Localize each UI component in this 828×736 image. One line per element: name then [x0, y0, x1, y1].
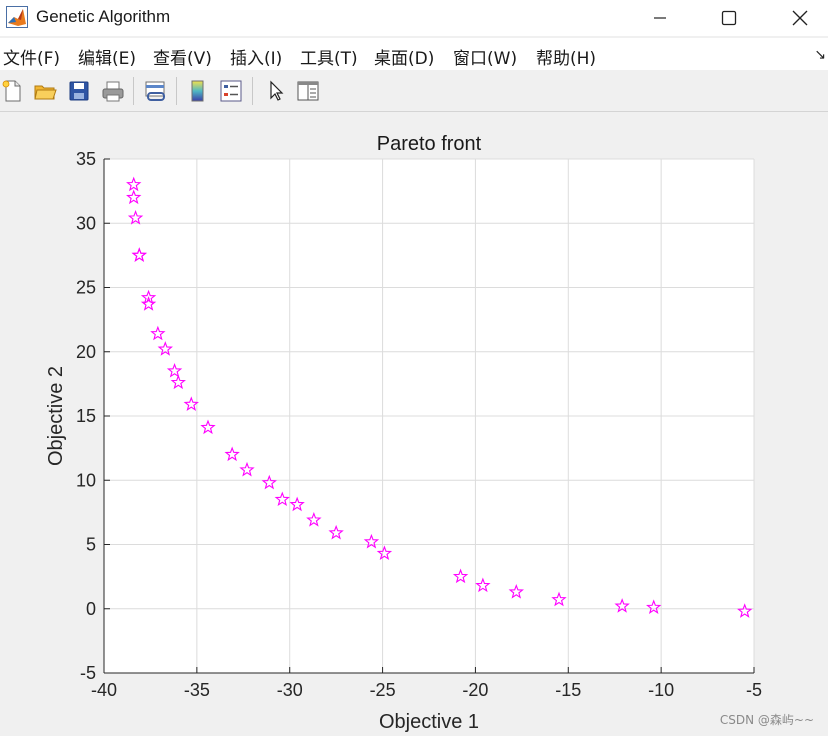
pointer-icon: [270, 80, 284, 101]
pareto-plot[interactable]: -40 -35 -30 -25 -20 -15 -10 -5-505101520253035 …: [0, 112, 828, 736]
figure-toolbar: [0, 71, 828, 112]
y-tick-label: 15: [76, 406, 96, 426]
open-file-icon: [34, 85, 57, 100]
x-tick-label: -10: [648, 680, 674, 700]
legend-icon: [220, 80, 242, 102]
new-figure-icon: [2, 80, 21, 102]
x-tick-label: -30: [277, 680, 303, 700]
y-axis-label: Objective 2: [45, 366, 67, 466]
y-tick-label: 30: [76, 213, 96, 233]
window-title: Genetic Algorithm: [36, 7, 171, 26]
new-figure-button[interactable]: [0, 77, 26, 105]
menu-edit[interactable]: 编辑(E): [78, 44, 136, 69]
y-tick-label: -5: [80, 663, 96, 683]
maximize-button[interactable]: [706, 0, 752, 36]
legend-button[interactable]: [217, 77, 245, 105]
maximize-icon: [721, 10, 737, 26]
print-button[interactable]: [99, 77, 127, 105]
close-button[interactable]: [777, 0, 823, 36]
title-bar: Genetic Algorithm: [0, 0, 828, 36]
y-tick-label: 10: [76, 470, 96, 490]
link-plot-button[interactable]: [141, 77, 169, 105]
y-tick-label: 0: [86, 599, 96, 619]
dock-arrow-icon[interactable]: ↘: [814, 46, 826, 63]
colorbar-button[interactable]: [184, 77, 212, 105]
menu-insert[interactable]: 插入(I): [230, 44, 282, 69]
menu-file[interactable]: 文件(F): [3, 44, 60, 69]
minimize-icon: [654, 17, 666, 19]
pointer-button[interactable]: [262, 77, 290, 105]
menu-tools[interactable]: 工具(T): [300, 44, 358, 69]
open-file-button[interactable]: [31, 77, 59, 105]
chart-title: Pareto front: [377, 133, 482, 155]
watermark: CSDN @森屿~~: [719, 713, 814, 727]
y-tick-label: 25: [76, 278, 96, 298]
save-button[interactable]: [65, 77, 93, 105]
x-tick-label: -35: [184, 680, 210, 700]
x-tick-label: -20: [462, 680, 488, 700]
save-icon: [69, 81, 89, 101]
toolbar-separator: [252, 77, 253, 105]
menu-help[interactable]: 帮助(H): [536, 44, 596, 69]
link-plot-icon: [145, 81, 165, 101]
toolbar-separator: [176, 77, 177, 105]
print-icon: [102, 81, 124, 102]
toolbar-separator: [133, 77, 134, 105]
menu-desktop[interactable]: 桌面(D): [374, 44, 434, 69]
matlab-logo-icon: [6, 6, 28, 28]
y-tick-label: 5: [86, 535, 96, 555]
close-icon: [792, 10, 808, 26]
x-tick-label: -25: [370, 680, 396, 700]
figure-canvas: -40 -35 -30 -25 -20 -15 -10 -5 -5 0 5 10 15 20 25 30 35 …: [0, 112, 828, 736]
minimize-button[interactable]: [637, 0, 683, 36]
y-tick-label: 20: [76, 342, 96, 362]
x-tick-label: -40: [91, 680, 117, 700]
property-inspector-button[interactable]: [294, 77, 322, 105]
menu-view[interactable]: 查看(V): [153, 44, 212, 69]
menu-bar: 文件(F) 编辑(E) 查看(V) 插入(I) 工具(T) 桌面(D) 窗口(W…: [0, 38, 828, 70]
x-axis-label: Objective 1: [379, 711, 479, 733]
x-tick-label: -5: [746, 680, 762, 700]
y-tick-label: 35: [76, 149, 96, 169]
menu-window[interactable]: 窗口(W): [453, 44, 517, 69]
property-inspector-icon: [297, 81, 319, 101]
colorbar-icon: [191, 80, 204, 102]
x-tick-label: -15: [555, 680, 581, 700]
